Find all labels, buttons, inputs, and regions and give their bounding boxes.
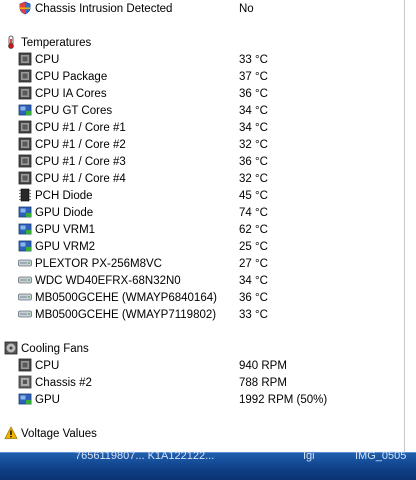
sensor-row[interactable]: CPU #1 / Core #3 36 °C — [0, 153, 404, 170]
sensor-value: 62 °C — [239, 223, 268, 236]
sensor-value: 37 °C — [239, 70, 268, 83]
cpu-chip-icon — [18, 86, 32, 100]
sensor-name: GPU VRM1 — [35, 223, 96, 236]
sensor-panel: Chassis Intrusion Detected No Temperatures… — [0, 0, 416, 452]
sensor-row[interactable]: GPU 1992 RPM (50%) — [0, 391, 404, 408]
disk-icon — [18, 273, 32, 287]
sensor-row[interactable]: PLEXTOR PX-256M8VC 27 °C — [0, 255, 404, 272]
sensor-name: CPU — [35, 359, 60, 372]
sensor-name: CPU IA Cores — [35, 87, 107, 100]
sensor-name: CPU GT Cores — [35, 104, 113, 117]
sensor-row[interactable]: Chassis Intrusion Detected No — [0, 0, 404, 17]
cpu-chip-icon — [18, 52, 32, 66]
sensor-value: 36 °C — [239, 87, 268, 100]
sensor-row[interactable]: CPU #1 / Core #4 32 °C — [0, 170, 404, 187]
sensor-name: Chassis Intrusion Detected — [35, 2, 173, 15]
disk-icon — [18, 256, 32, 270]
disk-icon — [18, 290, 32, 304]
taskbar-item-3[interactable]: IMG_0505 — [355, 450, 406, 462]
sensor-value: 34 °C — [239, 104, 268, 117]
sensor-row[interactable]: MB0500GCEHE (WMAYP7119802) 33 °C — [0, 306, 404, 323]
sensor-name: Chassis #2 — [35, 376, 92, 389]
sensor-name: MB0500GCEHE (WMAYP6840164) — [35, 291, 217, 304]
sensor-value: 33 °C — [239, 308, 268, 321]
sensor-value: 34 °C — [239, 121, 268, 134]
disk-icon — [18, 307, 32, 321]
sensor-name: Temperatures — [21, 36, 92, 49]
panel-divider — [404, 0, 405, 452]
sensor-row[interactable]: CPU IA Cores 36 °C — [0, 85, 404, 102]
sensor-row[interactable]: CPU #1 / Core #2 32 °C — [0, 136, 404, 153]
sensor-name: CPU #1 / Core #4 — [35, 172, 126, 185]
taskbar: 7656119807... K1A122122... Igi IMG_0505 — [0, 450, 416, 480]
fan-chip-icon — [18, 375, 32, 389]
sensor-name: CPU Package — [35, 70, 108, 83]
sensor-name: CPU #1 / Core #3 — [35, 155, 126, 168]
sensor-value: 1992 RPM (50%) — [239, 393, 328, 406]
gpu-icon — [18, 392, 32, 406]
gpu-icon — [18, 239, 32, 253]
sensor-name: WDC WD40EFRX-68N32N0 — [35, 274, 181, 287]
cpu-chip-icon — [18, 171, 32, 185]
sensor-row[interactable]: GPU VRM1 62 °C — [0, 221, 404, 238]
sensor-row[interactable]: Chassis #2 788 RPM — [0, 374, 404, 391]
taskbar-item-2[interactable]: Igi — [303, 450, 315, 462]
sensor-value: 32 °C — [239, 172, 268, 185]
sensor-name: Voltage Values — [21, 427, 97, 440]
sensor-name: CPU #1 / Core #2 — [35, 138, 126, 151]
gpu-icon — [18, 103, 32, 117]
sensor-row[interactable]: CPU 33 °C — [0, 51, 404, 68]
sensor-value: 788 RPM — [239, 376, 287, 389]
sensor-value: 940 RPM — [239, 359, 287, 372]
sensor-row[interactable]: WDC WD40EFRX-68N32N0 34 °C — [0, 272, 404, 289]
sensor-row[interactable]: GPU VRM2 25 °C — [0, 238, 404, 255]
sensor-value: 33 °C — [239, 53, 268, 66]
shield-warning-icon — [18, 1, 32, 15]
sensor-name: Cooling Fans — [21, 342, 89, 355]
sensor-row[interactable]: MB0500GCEHE (WMAYP6840164) 36 °C — [0, 289, 404, 306]
sensor-name: MB0500GCEHE (WMAYP7119802) — [35, 308, 217, 321]
sensor-value: 27 °C — [239, 257, 268, 270]
sensor-value: 25 °C — [239, 240, 268, 253]
sensor-value: 45 °C — [239, 189, 268, 202]
sensor-name: GPU VRM2 — [35, 240, 96, 253]
pch-chip-icon — [18, 188, 32, 202]
warning-icon — [4, 426, 18, 440]
sensor-value: 36 °C — [239, 291, 268, 304]
sensor-row[interactable]: CPU GT Cores 34 °C — [0, 102, 404, 119]
sensor-value: 36 °C — [239, 155, 268, 168]
sensor-row[interactable]: CPU Package 37 °C — [0, 68, 404, 85]
section-header[interactable]: Voltage Values — [0, 425, 404, 442]
sensor-name: CPU — [35, 53, 60, 66]
sensor-name: PLEXTOR PX-256M8VC — [35, 257, 162, 270]
cpu-chip-icon — [18, 154, 32, 168]
sensor-name: CPU #1 / Core #1 — [35, 121, 126, 134]
sensor-row[interactable]: PCH Diode 45 °C — [0, 187, 404, 204]
gpu-icon — [18, 205, 32, 219]
sensor-value: 74 °C — [239, 206, 268, 219]
fan-icon — [4, 341, 18, 355]
sensor-name: GPU Diode — [35, 206, 94, 219]
cpu-chip-icon — [18, 69, 32, 83]
taskbar-item-1[interactable]: 7656119807... K1A122122... — [75, 450, 214, 462]
sensor-name: GPU — [35, 393, 60, 406]
section-header[interactable]: Temperatures — [0, 34, 404, 51]
thermometer-icon — [4, 35, 18, 49]
sensor-value: 34 °C — [239, 274, 268, 287]
section-header[interactable]: Cooling Fans — [0, 340, 404, 357]
cpu-chip-icon — [18, 120, 32, 134]
gpu-icon — [18, 222, 32, 236]
sensor-row[interactable]: CPU #1 / Core #1 34 °C — [0, 119, 404, 136]
cpu-chip-icon — [18, 358, 32, 372]
sensor-row[interactable]: GPU Diode 74 °C — [0, 204, 404, 221]
sensor-value: No — [239, 2, 254, 15]
sensor-name: PCH Diode — [35, 189, 93, 202]
sensor-row[interactable]: CPU 940 RPM — [0, 357, 404, 374]
cpu-chip-icon — [18, 137, 32, 151]
sensor-value: 32 °C — [239, 138, 268, 151]
